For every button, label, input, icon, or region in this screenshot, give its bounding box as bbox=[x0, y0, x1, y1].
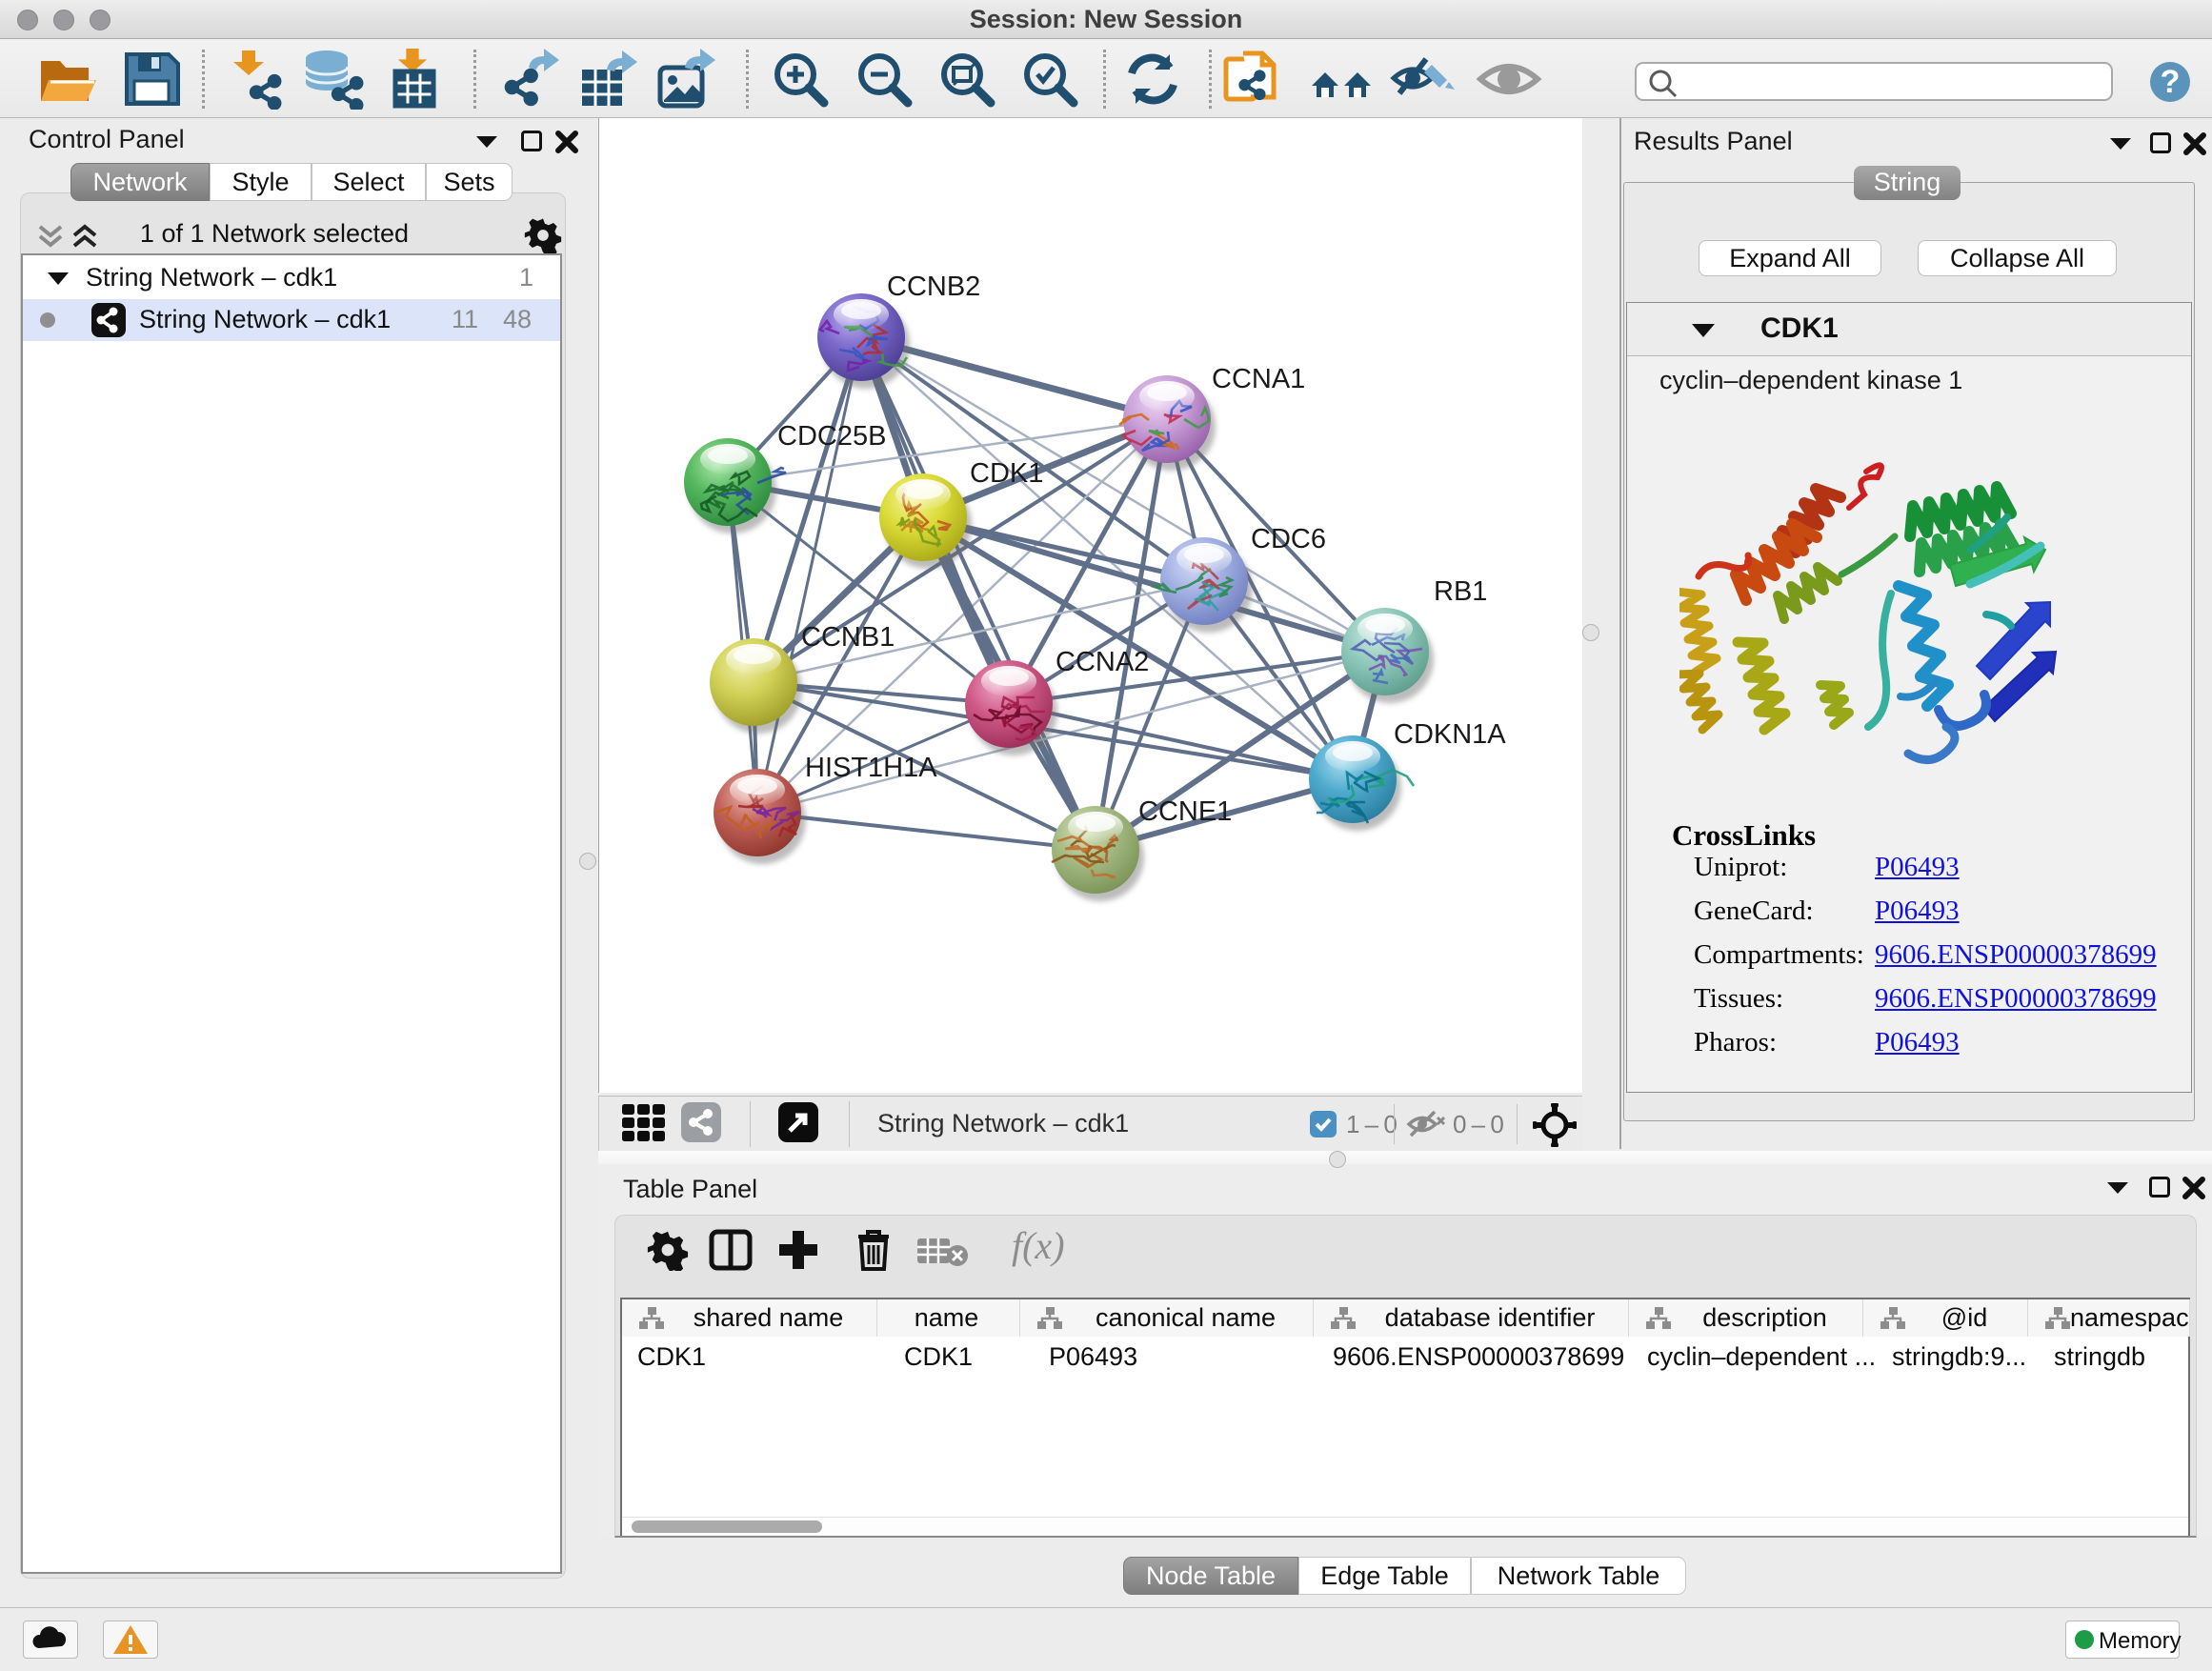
svg-text:CDC6: CDC6 bbox=[1251, 524, 1326, 554]
svg-text:CDC25B: CDC25B bbox=[777, 421, 886, 452]
svg-text:CCNA2: CCNA2 bbox=[1056, 647, 1149, 677]
svg-text:CCNB2: CCNB2 bbox=[887, 272, 980, 302]
svg-text:CCNB1: CCNB1 bbox=[801, 622, 895, 653]
svg-text:CDKN1A: CDKN1A bbox=[1394, 719, 1506, 750]
svg-text:CCNE1: CCNE1 bbox=[1138, 796, 1232, 827]
svg-text:RB1: RB1 bbox=[1434, 576, 1487, 607]
svg-text:CDK1: CDK1 bbox=[970, 458, 1043, 489]
svg-text:HIST1H1A: HIST1H1A bbox=[805, 753, 937, 783]
svg-text:CCNA1: CCNA1 bbox=[1212, 364, 1305, 394]
